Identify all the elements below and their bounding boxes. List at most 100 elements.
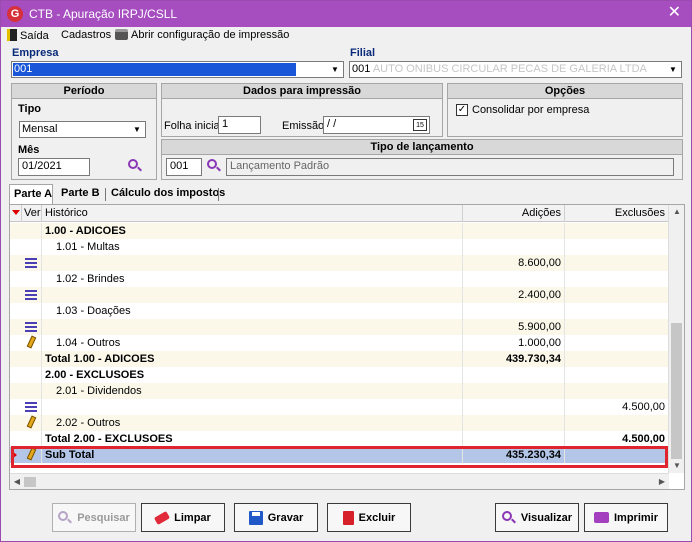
row-adicoes-cell: 439.730,34 <box>463 351 565 367</box>
details-list-icon[interactable] <box>25 257 37 269</box>
filial-value: 001 AUTO ONIBUS CIRCULAR PECAS DE GALERI… <box>352 63 647 75</box>
close-icon[interactable]: ✕ <box>668 4 681 22</box>
table-row[interactable]: 2.01 - Dividendos <box>10 383 669 399</box>
row-adicoes-cell <box>463 383 565 399</box>
menu-registers[interactable]: Cadastros <box>61 29 111 41</box>
gravar-button[interactable]: Gravar <box>234 503 318 532</box>
row-ver-cell[interactable] <box>10 319 42 335</box>
row-exclusoes-cell: 4.500,00 <box>565 399 669 415</box>
excluir-label: Excluir <box>358 511 396 524</box>
mes-label: Mês <box>18 144 40 156</box>
tab-calculo-impostos[interactable]: Cálculo dos impostos <box>107 184 229 204</box>
header-adicoes[interactable]: Adições <box>463 205 565 222</box>
pencil-edit-icon[interactable] <box>26 335 37 350</box>
row-ver-cell[interactable] <box>10 255 42 271</box>
details-list-icon[interactable] <box>25 289 37 301</box>
header-historico[interactable]: Histórico <box>42 205 463 222</box>
row-ver-cell[interactable] <box>10 271 42 287</box>
details-list-icon[interactable] <box>25 401 37 413</box>
table-row[interactable]: 1.03 - Doações <box>10 303 669 319</box>
row-exclusoes-cell <box>565 223 669 239</box>
filial-select[interactable]: 001 AUTO ONIBUS CIRCULAR PECAS DE GALERI… <box>349 61 682 78</box>
row-ver-cell[interactable] <box>10 335 42 351</box>
row-ver-cell[interactable] <box>10 351 42 367</box>
pesquisar-button[interactable]: Pesquisar <box>52 503 136 532</box>
table-row[interactable]: 1.04 - Outros 1.000,00 <box>10 335 669 351</box>
header-exclusoes[interactable]: Exclusões <box>565 205 669 222</box>
excluir-button[interactable]: Excluir <box>327 503 411 532</box>
table-row[interactable]: 2.400,00 <box>10 287 669 303</box>
menu-exit[interactable]: Saída <box>7 29 49 42</box>
search-icon[interactable] <box>207 159 221 173</box>
scroll-left-icon[interactable]: ◀ <box>10 474 24 490</box>
table-row[interactable]: 4.500,00 <box>10 399 669 415</box>
chevron-down-icon[interactable]: ▼ <box>328 63 342 76</box>
calendar-icon[interactable]: 15 <box>413 119 427 131</box>
scroll-down-icon[interactable]: ▼ <box>669 459 685 473</box>
table-row[interactable]: 2.02 - Outros <box>10 415 669 431</box>
table-row[interactable]: Sub Total 435.230,34 <box>10 447 669 463</box>
scroll-right-icon[interactable]: ▶ <box>655 474 669 490</box>
mes-input[interactable]: 01/2021 <box>18 158 90 176</box>
row-ver-cell[interactable] <box>10 415 42 431</box>
row-ver-cell[interactable] <box>10 287 42 303</box>
header-ver[interactable]: Ver <box>22 205 42 222</box>
row-adicoes-cell <box>463 239 565 255</box>
emissao-input[interactable]: / / 15 <box>323 116 430 134</box>
folha-input[interactable]: 1 <box>218 116 261 134</box>
row-ver-cell[interactable] <box>10 383 42 399</box>
table-row[interactable]: Total 1.00 - ADICOES 439.730,34 <box>10 351 669 367</box>
scroll-up-icon[interactable]: ▲ <box>669 205 685 219</box>
vertical-scrollbar[interactable]: ▲ ▼ <box>668 205 684 473</box>
row-ver-cell[interactable] <box>10 303 42 319</box>
row-ver-cell[interactable] <box>10 447 42 463</box>
sort-indicator-icon[interactable] <box>10 205 22 222</box>
row-historico-cell: 1.03 - Doações <box>42 303 463 319</box>
row-historico-cell: 2.02 - Outros <box>42 415 463 431</box>
row-ver-cell[interactable] <box>10 239 42 255</box>
opcoes-title: Opções <box>448 84 682 99</box>
limpar-button[interactable]: Limpar <box>141 503 225 532</box>
horizontal-scrollbar[interactable]: ◀ ▶ <box>10 473 669 489</box>
scroll-thumb[interactable] <box>24 477 36 487</box>
row-exclusoes-cell <box>565 367 669 383</box>
trash-icon <box>342 510 354 525</box>
menu-print-config[interactable]: Abrir configuração de impressão <box>115 29 289 41</box>
row-ver-cell[interactable] <box>10 367 42 383</box>
visualizar-button[interactable]: Visualizar <box>495 503 579 532</box>
tipo-value: Mensal <box>22 123 58 135</box>
table-row[interactable]: 5.900,00 <box>10 319 669 335</box>
chevron-down-icon[interactable]: ▼ <box>130 123 144 136</box>
tab-parte-a[interactable]: Parte A <box>9 184 53 204</box>
tipo-select[interactable]: Mensal ▼ <box>19 121 146 138</box>
tipo-label: Tipo <box>18 103 42 115</box>
row-historico-cell <box>42 399 463 415</box>
table-row[interactable]: 1.02 - Brindes <box>10 271 669 287</box>
tipo-lancamento-code-input[interactable]: 001 <box>166 158 202 176</box>
scroll-thumb[interactable] <box>671 323 682 459</box>
chevron-down-icon[interactable]: ▼ <box>666 63 680 76</box>
table-row[interactable]: 8.600,00 <box>10 255 669 271</box>
table-row[interactable]: 1.01 - Multas <box>10 239 669 255</box>
table-row[interactable]: Total 2.00 - EXCLUSOES 4.500,00 <box>10 431 669 447</box>
row-ver-cell[interactable] <box>10 223 42 239</box>
opcoes-group: Opções ✓ Consolidar por empresa <box>447 83 683 137</box>
search-icon[interactable] <box>128 159 142 173</box>
row-ver-cell[interactable] <box>10 399 42 415</box>
pencil-edit-icon[interactable] <box>26 447 37 462</box>
empresa-select[interactable]: 001 ▼ <box>11 61 344 78</box>
row-adicoes-cell: 8.600,00 <box>463 255 565 271</box>
limpar-label: Limpar <box>174 511 211 524</box>
tab-parte-b[interactable]: Parte B <box>57 184 104 204</box>
grid-header: Ver Histórico Adições Exclusões <box>10 205 669 222</box>
row-adicoes-cell <box>463 399 565 415</box>
row-pointer-icon <box>12 451 17 459</box>
consolidar-checkbox[interactable]: ✓ <box>456 104 468 116</box>
details-list-icon[interactable] <box>25 321 37 333</box>
table-row[interactable]: 2.00 - EXCLUSOES <box>10 367 669 383</box>
pencil-edit-icon[interactable] <box>26 415 37 430</box>
imprimir-button[interactable]: Imprimir <box>584 503 668 532</box>
emissao-label: Emissão <box>282 120 325 132</box>
row-ver-cell[interactable] <box>10 431 42 447</box>
table-row[interactable]: 1.00 - ADICOES <box>10 223 669 239</box>
